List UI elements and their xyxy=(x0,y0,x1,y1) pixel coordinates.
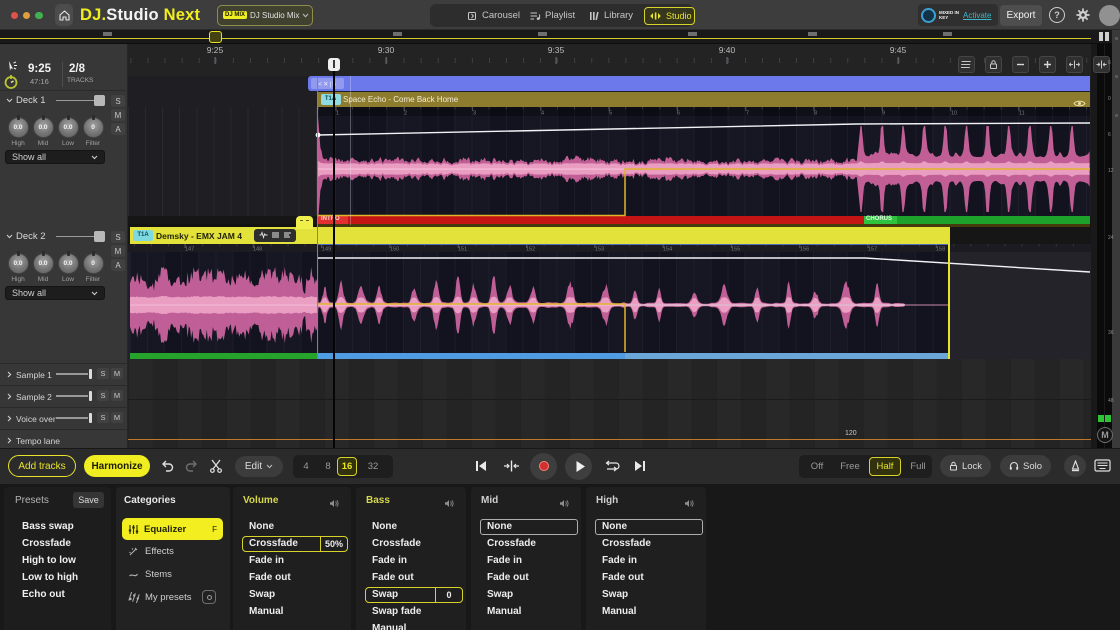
svg-text:150: 150 xyxy=(390,247,399,253)
svg-text:157: 157 xyxy=(868,247,877,253)
svg-text:148: 148 xyxy=(253,247,262,253)
svg-text:156: 156 xyxy=(800,247,809,253)
svg-text:1: 1 xyxy=(336,111,339,117)
svg-text:4: 4 xyxy=(541,111,544,117)
svg-text:5: 5 xyxy=(609,111,612,117)
svg-text:153: 153 xyxy=(595,247,604,253)
svg-text:7: 7 xyxy=(746,111,749,117)
svg-text:158: 158 xyxy=(936,247,945,253)
svg-text:6: 6 xyxy=(677,111,680,117)
svg-text:151: 151 xyxy=(458,247,467,253)
svg-text:11: 11 xyxy=(1019,111,1025,117)
svg-text:3: 3 xyxy=(473,111,476,117)
svg-text:155: 155 xyxy=(731,247,740,253)
svg-text:8: 8 xyxy=(814,111,817,117)
svg-text:2: 2 xyxy=(404,111,407,117)
svg-text:154: 154 xyxy=(663,247,672,253)
svg-text:149: 149 xyxy=(322,247,331,253)
svg-text:147: 147 xyxy=(185,247,194,253)
svg-text:152: 152 xyxy=(526,247,535,253)
svg-text:9: 9 xyxy=(882,111,885,117)
svg-text:10: 10 xyxy=(951,111,957,117)
